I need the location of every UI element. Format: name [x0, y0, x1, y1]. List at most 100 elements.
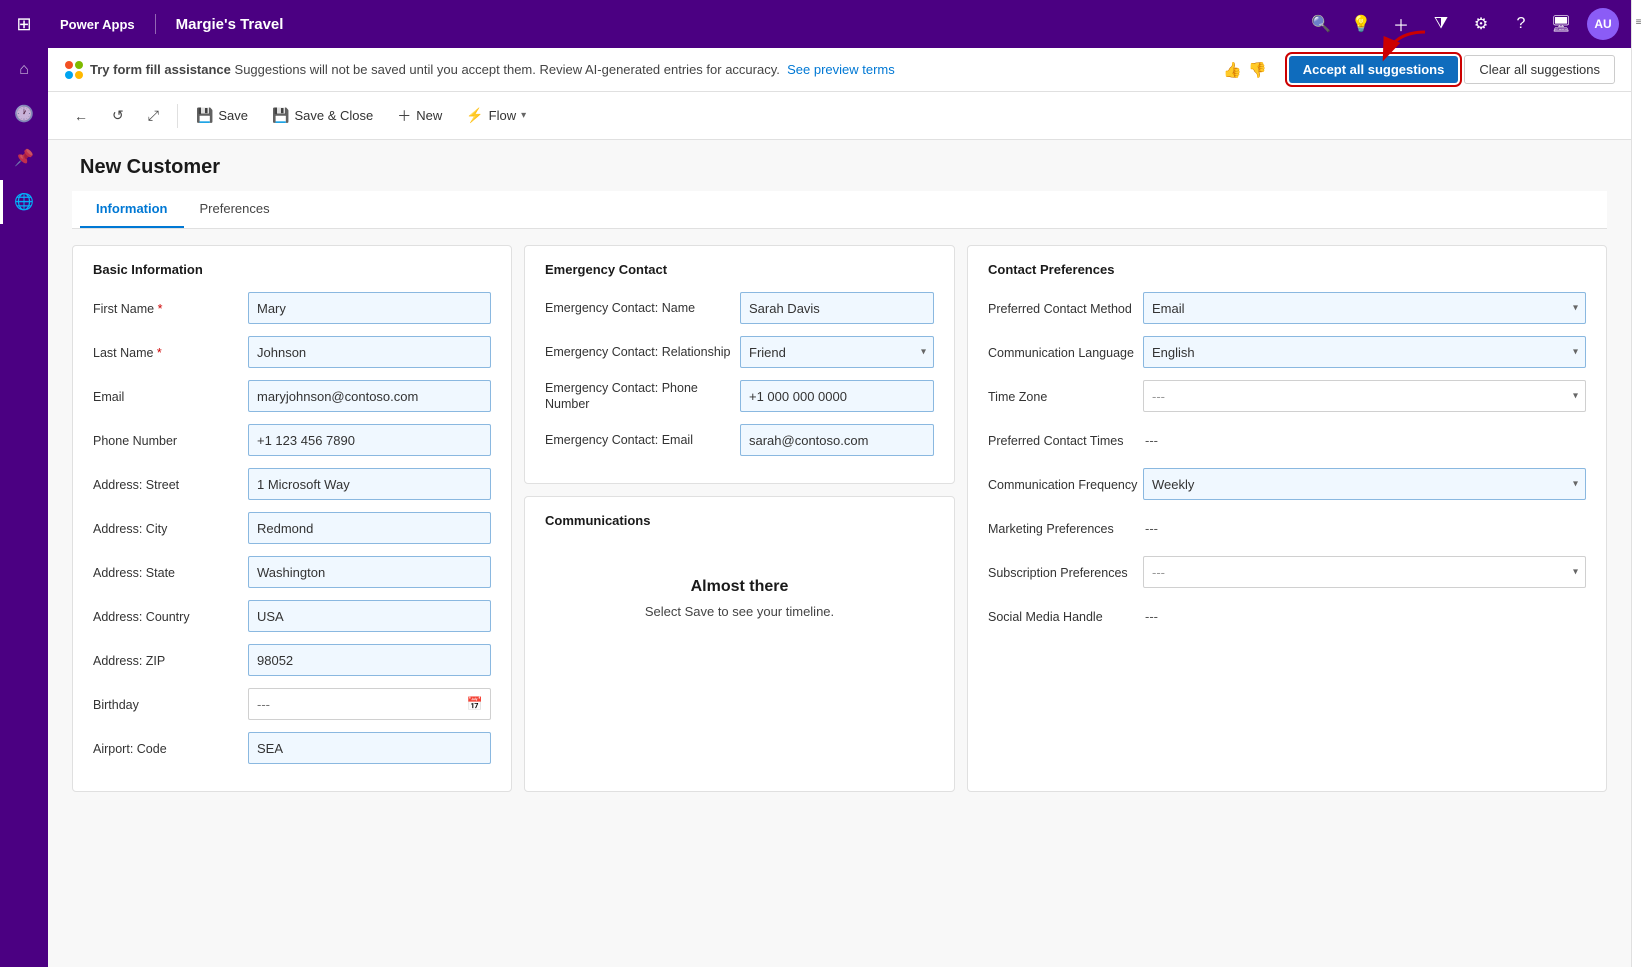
save-close-label: Save & Close: [294, 108, 373, 123]
refresh-button[interactable]: ↺: [102, 102, 134, 129]
state-input[interactable]: [248, 556, 491, 588]
emergency-contact-title: Emergency Contact: [545, 262, 934, 277]
comm-lang-wrapper: English French Spanish ▾: [1143, 336, 1586, 368]
country-row: Address: Country: [93, 599, 491, 633]
comm-freq-label: Communication Frequency: [988, 476, 1143, 492]
airport-row: Airport: Code: [93, 731, 491, 765]
contact-prefs-title: Contact Preferences: [988, 262, 1586, 277]
pref-method-label: Preferred Contact Method: [988, 300, 1143, 316]
social-media-row: Social Media Handle ---: [988, 599, 1586, 633]
email-row: Email: [93, 379, 491, 413]
emergency-contact-section: Emergency Contact Emergency Contact: Nam…: [524, 245, 955, 484]
ai-banner: Try form fill assistance Suggestions wil…: [48, 48, 1631, 92]
tab-information[interactable]: Information: [80, 191, 184, 228]
birthday-row: Birthday 📅: [93, 687, 491, 721]
remote-icon[interactable]: 🖥: [1543, 6, 1579, 42]
tab-preferences[interactable]: Preferences: [184, 191, 286, 228]
birthday-wrapper: 📅: [248, 688, 491, 720]
panel-collapse-icon[interactable]: ≡: [1632, 4, 1645, 40]
sidebar-home-icon[interactable]: ⌂: [0, 48, 48, 92]
comm-freq-select[interactable]: Weekly Daily Monthly: [1143, 468, 1586, 500]
back-button[interactable]: ←: [64, 103, 98, 129]
phone-input[interactable]: [248, 424, 491, 456]
thumbs-up-icon[interactable]: 👍: [1223, 61, 1242, 79]
lightbulb-icon[interactable]: 💡: [1343, 6, 1379, 42]
city-row: Address: City: [93, 511, 491, 545]
flow-dropdown-arrow: ▾: [521, 110, 526, 121]
country-label: Address: Country: [93, 608, 248, 624]
phone-label: Phone Number: [93, 432, 248, 448]
birthday-label: Birthday: [93, 696, 248, 712]
city-input[interactable]: [248, 512, 491, 544]
zip-label: Address: ZIP: [93, 652, 248, 668]
comms-save-text: Select Save to see your timeline.: [565, 604, 914, 619]
left-sidebar: ⊞ ⌂ 🕐 📌 🌐: [0, 0, 48, 967]
comm-lang-select[interactable]: English French Spanish: [1143, 336, 1586, 368]
street-label: Address: Street: [93, 476, 248, 492]
sidebar-globe-icon[interactable]: 🌐: [0, 180, 48, 224]
main-content: Power Apps Margie's Travel 🔍 💡 ＋ ⧩ ⚙ ? 🖥…: [48, 0, 1631, 967]
email-label: Email: [93, 388, 248, 404]
birthday-input[interactable]: [248, 688, 491, 720]
communications-section: Communications Almost there Select Save …: [524, 496, 955, 792]
ec-email-label: Emergency Contact: Email: [545, 432, 740, 448]
ai-banner-text: Try form fill assistance Suggestions wil…: [90, 62, 895, 77]
subscription-prefs-row: Subscription Preferences --- ▾: [988, 555, 1586, 589]
sidebar-recent-icon[interactable]: 🕐: [0, 92, 48, 136]
power-apps-logo: Power Apps: [60, 17, 135, 32]
pref-method-wrapper: Email Phone SMS ▾: [1143, 292, 1586, 324]
communications-title: Communications: [545, 513, 934, 528]
last-name-input[interactable]: [248, 336, 491, 368]
street-input[interactable]: [248, 468, 491, 500]
ec-email-input[interactable]: [740, 424, 934, 456]
flow-button[interactable]: ⚡ Flow ▾: [456, 102, 536, 129]
comms-almost-there: Almost there: [565, 578, 914, 596]
clear-all-button[interactable]: Clear all suggestions: [1464, 55, 1615, 84]
state-row: Address: State: [93, 555, 491, 589]
ec-phone-label: Emergency Contact: Phone Number: [545, 380, 740, 413]
app-name-label: Margie's Travel: [176, 16, 284, 33]
comms-bottom-area: Almost there Select Save to see your tim…: [545, 558, 934, 639]
help-icon[interactable]: ?: [1503, 6, 1539, 42]
first-name-row: First Name: [93, 291, 491, 325]
save-label: Save: [218, 108, 248, 123]
zip-row: Address: ZIP: [93, 643, 491, 677]
right-panel: ≡: [1631, 0, 1645, 967]
marketing-prefs-row: Marketing Preferences ---: [988, 511, 1586, 545]
thumbs-down-icon[interactable]: 👎: [1248, 61, 1267, 79]
new-button[interactable]: ＋ New: [387, 101, 452, 131]
email-input[interactable]: [248, 380, 491, 412]
preview-terms-link[interactable]: See preview terms: [787, 62, 895, 77]
save-button[interactable]: 💾 Save: [186, 102, 258, 129]
user-avatar[interactable]: AU: [1587, 8, 1619, 40]
ec-relationship-select[interactable]: Friend Family Colleague: [740, 336, 934, 368]
airport-input[interactable]: [248, 732, 491, 764]
settings-icon[interactable]: ⚙: [1463, 6, 1499, 42]
last-name-row: Last Name: [93, 335, 491, 369]
zip-input[interactable]: [248, 644, 491, 676]
pref-method-select[interactable]: Email Phone SMS: [1143, 292, 1586, 324]
ec-phone-row: Emergency Contact: Phone Number: [545, 379, 934, 413]
timezone-select[interactable]: ---: [1143, 380, 1586, 412]
waffle-menu-icon[interactable]: ⊞: [0, 0, 48, 48]
subscription-prefs-select[interactable]: ---: [1143, 556, 1586, 588]
comm-lang-label: Communication Language: [988, 344, 1143, 360]
new-label: New: [416, 108, 442, 123]
country-input[interactable]: [248, 600, 491, 632]
ec-name-input[interactable]: [740, 292, 934, 324]
state-label: Address: State: [93, 564, 248, 580]
search-icon[interactable]: 🔍: [1303, 6, 1339, 42]
pref-times-row: Preferred Contact Times ---: [988, 423, 1586, 457]
tab-bar: Information Preferences: [72, 191, 1607, 229]
flow-label: Flow: [489, 108, 516, 123]
feedback-icons: 👍 👎: [1223, 61, 1266, 79]
save-close-button[interactable]: 💾 Save & Close: [262, 102, 383, 129]
ec-phone-input[interactable]: [740, 380, 934, 412]
social-media-value: ---: [1143, 609, 1158, 624]
ec-email-row: Emergency Contact: Email: [545, 423, 934, 457]
open-record-button[interactable]: ⤢: [138, 102, 169, 129]
airport-label: Airport: Code: [93, 740, 248, 756]
sidebar-pin-icon[interactable]: 📌: [0, 136, 48, 180]
first-name-input[interactable]: [248, 292, 491, 324]
phone-row: Phone Number: [93, 423, 491, 457]
